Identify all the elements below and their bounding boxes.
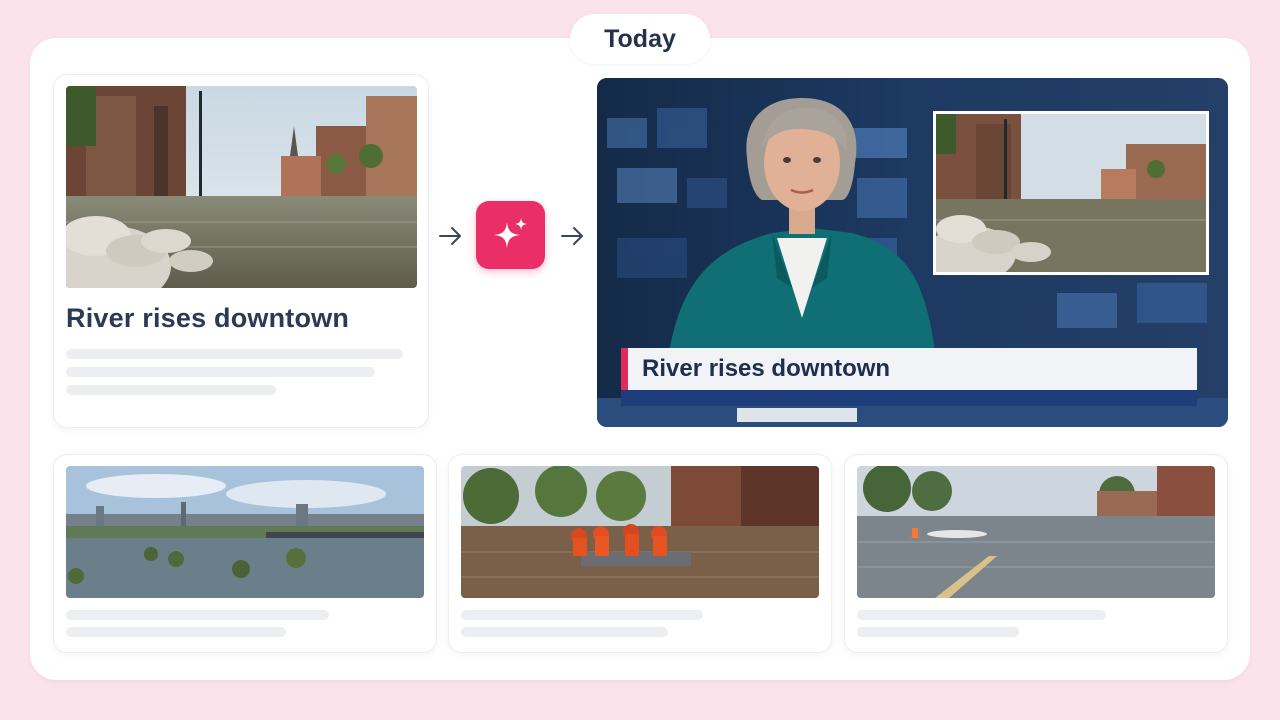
lower-third-headline: River rises downtown [642,355,891,382]
text-placeholder-line [461,610,703,620]
arrow-right-icon [439,227,461,245]
text-placeholder-line [66,627,286,637]
ticker-bar [621,390,1197,406]
article-image [66,86,417,288]
text-placeholder-line [66,367,375,377]
article-image [857,466,1215,598]
today-label: Today [604,24,676,53]
text-placeholder-line [857,627,1019,637]
article-image [66,466,424,598]
related-article-card[interactable] [844,454,1228,653]
text-placeholder-line [66,610,329,620]
related-article-card[interactable] [448,454,832,653]
article-image [461,466,819,598]
news-broadcast-preview[interactable]: River rises downtown [597,78,1228,427]
source-article-card[interactable]: River rises downtown [53,74,429,428]
text-placeholder-line [66,385,276,395]
arrow-right-icon [561,227,583,245]
article-headline: River rises downtown [66,303,350,333]
text-placeholder-line [461,627,668,637]
text-placeholder-line [857,610,1106,620]
text-placeholder-line [66,349,403,359]
generate-video-button[interactable] [476,201,545,269]
sparkle-icon [493,218,527,248]
related-article-card[interactable] [53,454,437,653]
lower-third-banner: River rises downtown [621,348,1197,390]
today-pill: Today [570,14,710,64]
inset-news-image [933,111,1209,275]
